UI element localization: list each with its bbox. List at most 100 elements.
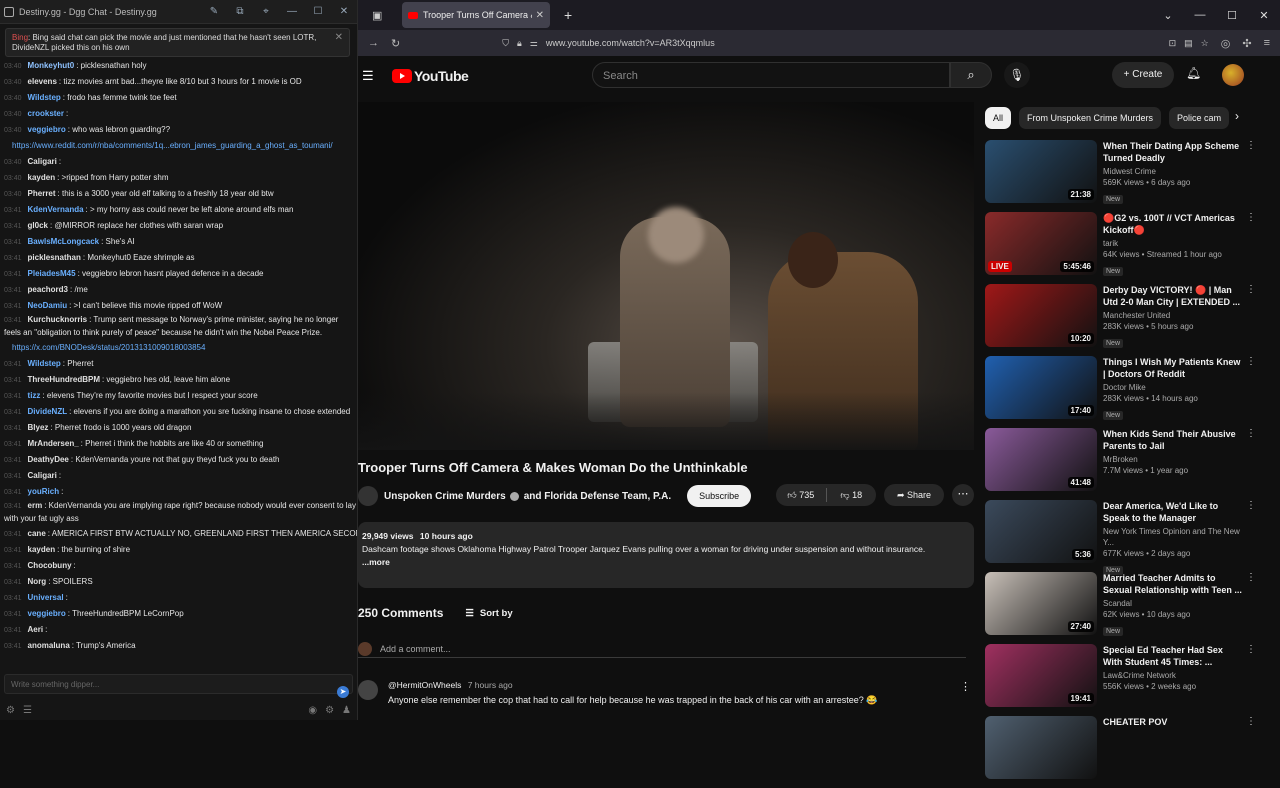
recommendation-title[interactable]: Things I Wish My Patients Knew | Doctors… [1103,356,1243,380]
users-icon[interactable]: ☰ [23,705,32,716]
settings-icon[interactable]: ⚙ [6,705,15,716]
kebab-menu-icon[interactable]: ⋮ [1246,500,1256,511]
chat-username[interactable]: Norg [28,577,47,586]
chat-username[interactable]: KdenVernanda [28,205,84,214]
comment-more-icon[interactable]: ⋮ [960,680,971,693]
notifications-bell-icon[interactable]: 🔔︎ [1186,66,1201,80]
recommendation-title[interactable]: Married Teacher Admits to Sexual Relatio… [1103,572,1243,596]
chat-username[interactable]: Wildstep [28,93,61,102]
pin-icon[interactable]: ⌖ [253,6,279,17]
tab-close-icon[interactable]: ✕ [536,10,544,21]
recommendation-item[interactable]: 10:20 Derby Day VICTORY! 🔴 | Man Utd 2-0 … [985,284,1256,356]
chat-username[interactable]: Chocobuny [28,561,72,570]
recommendation-channel[interactable]: MrBroken [1103,454,1243,465]
youtube-logo[interactable]: YouTube [392,68,469,84]
account-icon[interactable]: ◎ [1221,37,1231,50]
recommendation-title[interactable]: When Kids Send Their Abusive Parents to … [1103,428,1243,452]
recommendation-title[interactable]: Dear America, We'd Like to Speak to the … [1103,500,1243,524]
kebab-menu-icon[interactable]: ⋮ [1246,356,1256,367]
chat-username[interactable]: Universal [28,593,64,602]
chat-text[interactable]: https://www.reddit.com/r/nba/comments/1q… [12,141,333,150]
subscribe-button[interactable]: Subscribe [687,485,752,507]
kebab-menu-icon[interactable]: ⋮ [1246,572,1256,583]
chat-username[interactable]: veggiebro [28,125,66,134]
kebab-menu-icon[interactable]: ⋮ [1246,212,1256,223]
chat-username[interactable]: Pherret [28,189,56,198]
recommendation-item[interactable]: 17:40 Things I Wish My Patients Knew | Do… [985,356,1256,428]
window-close-button[interactable]: ✕ [1248,9,1280,22]
bookmark-star-icon[interactable]: ☆ [1201,38,1209,49]
search-input[interactable]: Search [592,62,950,88]
recommendation-thumbnail[interactable]: 10:20 [985,284,1097,347]
list-all-tabs-icon[interactable]: ⌄ [1152,9,1184,22]
kebab-menu-icon[interactable]: ⋮ [1246,140,1256,151]
recommendation-thumbnail[interactable]: LIVE 5:45:46 [985,212,1097,275]
reader-mode-icon[interactable]: ▤ [1184,38,1193,49]
recommendation-channel[interactable]: Midwest Crime [1103,166,1243,177]
chat-username[interactable]: cane [28,529,46,538]
url-bar[interactable]: ⛉ 🔒︎ ⚌ www.youtube.com/watch?v=AR3tXqqml… [412,33,1209,53]
chat-username[interactable]: anomaluna [28,641,70,650]
chat-text[interactable]: https://x.com/BNODesk/status/20131310090… [12,343,205,352]
recommendation-item[interactable]: LIVE 5:45:46 🔴G2 vs. 100T // VCT Americas … [985,212,1256,284]
chat-username[interactable]: BawlsMcLongcack [28,237,100,246]
comment-author-avatar[interactable] [358,680,378,700]
chat-username[interactable]: Wildstep [28,359,61,368]
extensions-icon[interactable]: ✣ [1242,37,1251,50]
gear-icon[interactable]: ⚙ [325,705,334,716]
comment-author[interactable]: @HermitOnWheels [388,680,461,690]
chat-username[interactable]: peachord3 [28,285,68,294]
chip-filter[interactable]: Police cam [1169,107,1230,129]
new-tab-button[interactable]: + [564,7,572,23]
recommendation-title[interactable]: When Their Dating App Scheme Turned Dead… [1103,140,1243,164]
eye-icon[interactable]: ◉ [308,705,317,716]
chat-input[interactable]: Write something dipper... [4,674,353,694]
chip-filter[interactable]: From Unspoken Crime Murders [1019,107,1162,129]
channel-name[interactable]: Unspoken Crime Murders [384,491,506,502]
permissions-icon[interactable]: ⚌ [530,38,538,49]
chip-filter[interactable]: All [985,107,1012,129]
forward-icon[interactable]: → [368,37,379,49]
url-text[interactable]: www.youtube.com/watch?v=AR3tXqqmlus [546,38,1161,48]
recommendation-item[interactable]: 19:41 Special Ed Teacher Had Sex With Stu… [985,644,1256,716]
chat-username[interactable]: kayden [28,545,56,554]
chat-username[interactable]: Caligari [28,157,57,166]
chat-username[interactable]: elevens [28,77,57,86]
pinned-user[interactable]: Bing [12,33,28,42]
chat-username[interactable]: ThreeHundredBPM [28,375,100,384]
recommendation-item[interactable]: 27:40 Married Teacher Admits to Sexual Re… [985,572,1256,644]
microphone-icon[interactable]: 🎙︎ [1004,62,1030,88]
chat-username[interactable]: Kurchucknorris [28,315,88,324]
collab-channel-name[interactable]: and Florida Defense Team, P.A. [524,491,671,502]
tab-active[interactable]: Trooper Turns Off Camera & M ✕ [402,2,550,28]
chat-username[interactable]: gl0ck [28,221,48,230]
chat-username[interactable]: Blyez [28,423,49,432]
sort-by-button[interactable]: ☰ Sort by [465,608,512,619]
channel-avatar[interactable] [358,486,378,506]
recommendation-channel[interactable]: tarik [1103,238,1243,249]
recommendation-thumbnail[interactable]: 5:36 [985,500,1097,563]
chevron-right-icon[interactable]: › [1235,109,1239,123]
recommendation-channel[interactable]: Law&Crime Network [1103,670,1243,681]
recommendation-item[interactable]: 21:38 When Their Dating App Scheme Turned… [985,140,1256,212]
reload-icon[interactable]: ↻ [391,37,400,50]
kebab-menu-icon[interactable]: ⋮ [1246,428,1256,439]
close-icon[interactable]: ✕ [335,33,343,43]
recommendation-thumbnail[interactable]: 19:41 [985,644,1097,707]
kebab-menu-icon[interactable]: ⋮ [1246,716,1256,727]
menu-icon[interactable]: ≡ [1264,37,1270,50]
chat-username[interactable]: Monkeyhut0 [28,61,75,70]
tab-list-icon[interactable]: ▣ [372,9,386,22]
chat-username[interactable]: tizz [28,391,41,400]
recommendation-title[interactable]: 🔴G2 vs. 100T // VCT Americas Kickoff🔴 [1103,212,1243,236]
chat-username[interactable]: MrAndersen_ [28,439,79,448]
eyedropper-icon[interactable]: ✎ [201,6,227,17]
more-actions-icon[interactable]: ⋯ [952,484,974,506]
description-more-link[interactable]: ...more [362,556,970,569]
hamburger-menu-icon[interactable]: ☰ [362,68,374,84]
chat-username[interactable]: crookster [28,109,64,118]
chat-username[interactable]: Aeri [28,625,44,634]
maximize-button[interactable]: ☐ [305,6,331,17]
recommendation-item[interactable]: 41:48 When Kids Send Their Abusive Parent… [985,428,1256,500]
chat-username[interactable]: veggiebro [28,609,66,618]
